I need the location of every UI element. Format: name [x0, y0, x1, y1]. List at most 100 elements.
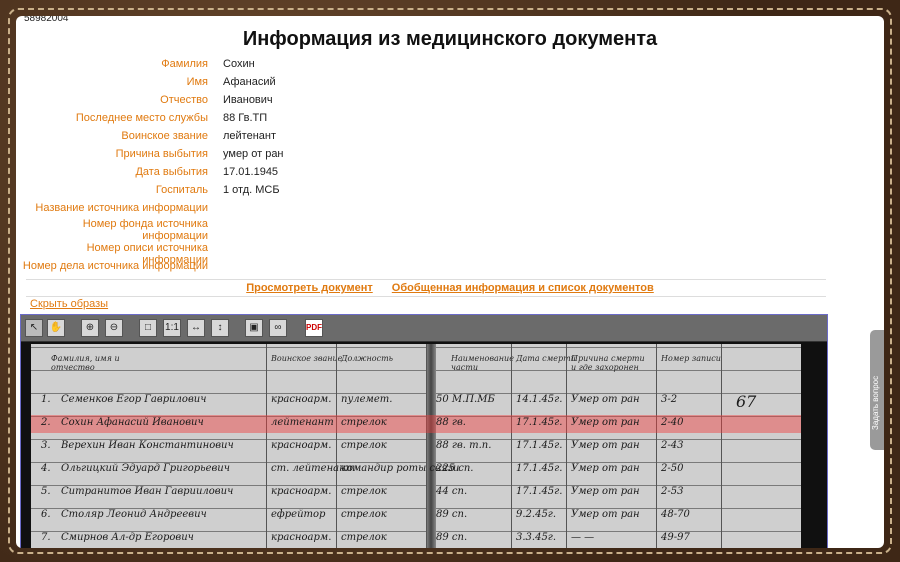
field-value: Сохин — [223, 58, 255, 70]
zoom-out-icon[interactable]: ⊖ — [105, 319, 123, 337]
ledger-cell: стрелок — [341, 440, 387, 451]
field-row: Причина выбытия умер от ран — [16, 148, 884, 165]
document-viewer: ↖ ✋ ⊕ ⊖ □ 1:1 ↔ ↕ ▣ ∞ PDF Фамилия, имя и… — [20, 314, 828, 548]
ledger-cell: 2-43 — [661, 440, 684, 451]
ledger-cell: 1. — [41, 394, 51, 405]
ledger-cell: 5. — [41, 486, 51, 497]
field-value: Иванович — [223, 94, 273, 106]
ledger-cell: 50 М.П.МБ — [436, 394, 495, 405]
ledger-cell: лейтенант — [271, 417, 334, 428]
ledger-cell: Ситранитов Иван Гавриилович — [61, 486, 234, 497]
field-row: Фамилия Сохин — [16, 58, 884, 75]
field-label: Госпиталь — [155, 184, 208, 196]
zoom-in-icon[interactable]: ⊕ — [81, 319, 99, 337]
field-row: Госпиталь 1 отд. МСБ — [16, 184, 884, 201]
ledger-cell: красноарм. — [271, 486, 332, 497]
ledger-cell: Умер от ран — [571, 509, 640, 520]
ledger-cell: Верехин Иван Константинович — [61, 440, 234, 451]
hand-tool-icon[interactable]: ✋ — [47, 319, 65, 337]
actual-size-icon[interactable]: 1:1 — [163, 319, 181, 337]
ledger-cell: 48-70 — [661, 509, 690, 520]
ledger-cell: 89 сп. — [436, 532, 468, 543]
view-document-link[interactable]: Просмотреть документ — [246, 282, 373, 294]
fit-height-icon[interactable]: ↕ — [211, 319, 229, 337]
hide-images-link[interactable]: Скрыть образы — [30, 298, 108, 310]
summary-link[interactable]: Обобщенная информация и список документо… — [392, 282, 654, 294]
ledger-cell: Смирнов Ал-др Егорович — [61, 532, 194, 543]
scanned-document[interactable]: Фамилия, имя и отчество Воинское звание До… — [21, 342, 827, 548]
ledger-cell: 17.1.45г. — [516, 463, 563, 474]
viewer-toolbar: ↖ ✋ ⊕ ⊖ □ 1:1 ↔ ↕ ▣ ∞ PDF — [21, 315, 827, 342]
field-label: Фамилия — [161, 58, 208, 70]
ledger-cell: стрелок — [341, 509, 387, 520]
ledger-cell: красноарм. — [271, 394, 332, 405]
ledger-header: Воинское звание — [271, 354, 343, 363]
field-value: 1 отд. МСБ — [223, 184, 280, 196]
ledger-cell: 3-2 — [661, 394, 678, 405]
ledger-column-line — [266, 344, 267, 548]
ledger-column-line — [656, 344, 657, 548]
field-value: 17.01.1945 — [223, 166, 279, 178]
content-page: 58982004 Информация из медицинского доку… — [16, 16, 884, 548]
ledger-cell: стрелок — [341, 417, 387, 428]
ask-question-label: Задать вопрос — [871, 375, 880, 430]
link-icon[interactable]: ∞ — [269, 319, 287, 337]
ledger-cell: 4. — [41, 463, 51, 474]
ledger-cell: 17.1.45г. — [516, 486, 563, 497]
field-value: умер от ран — [223, 148, 284, 160]
ledger-cell: 2-40 — [661, 417, 684, 428]
ledger-cell: 17.1.45г. — [516, 440, 563, 451]
ledger-cell: 7. — [41, 532, 51, 543]
ledger-cell: 88 гв. — [436, 417, 466, 428]
field-label: Воинское звание — [121, 130, 208, 142]
ledger-cell: Умер от ран — [571, 486, 640, 497]
field-row: Имя Афанасий — [16, 76, 884, 93]
fit-page-icon[interactable]: □ — [139, 319, 157, 337]
ledger-cell: 2. — [41, 417, 51, 428]
select-tool-icon[interactable]: ↖ — [25, 319, 43, 337]
ledger-cell: — — — [571, 532, 595, 543]
field-label: Последнее место службы — [75, 112, 208, 124]
ledger-cell: 88 гв. т.п. — [436, 440, 492, 451]
ledger-cell: 9.2.45г. — [516, 509, 557, 520]
ledger-cell: 44 сп. — [436, 486, 468, 497]
ledger-cell: Столяр Леонид Андреевич — [61, 509, 207, 520]
ledger-column-line — [426, 344, 427, 548]
ledger-cell: стрелок — [341, 486, 387, 497]
field-value: 88 Гв.ТП — [223, 112, 268, 124]
fit-width-icon[interactable]: ↔ — [187, 319, 205, 337]
ledger-cell: Умер от ран — [571, 417, 640, 428]
ledger-header: Причина смерти и где захоронен — [571, 354, 645, 372]
field-row: Название источника информации — [16, 202, 884, 219]
ledger-cell: 225 сп. — [436, 463, 474, 474]
ledger-cell: Умер от ран — [571, 394, 640, 405]
ledger-cell: 6. — [41, 509, 51, 520]
field-row: Воинское звание лейтенант — [16, 130, 884, 147]
field-label: Отчество — [160, 94, 208, 106]
ledger-cell: Ольгицкий Эдуард Григорьевич — [61, 463, 230, 474]
ledger-cell: 89 сп. — [436, 509, 468, 520]
document-links: Просмотреть документ Обобщенная информац… — [16, 282, 884, 294]
field-row: Дата выбытия 17.01.1945 — [16, 166, 884, 183]
field-row: Номер описи источника информации — [16, 242, 884, 266]
pdf-icon[interactable]: PDF — [305, 319, 323, 337]
ledger-header: Должность — [341, 354, 394, 363]
ledger-column-line — [721, 344, 722, 548]
field-label: Название источника информации — [35, 202, 208, 214]
ledger-cell: 2-53 — [661, 486, 684, 497]
ledger-cell: стрелок — [341, 532, 387, 543]
divider-bottom — [26, 296, 826, 297]
field-row: Номер дела источника информации — [16, 260, 884, 277]
ledger-column-line — [566, 344, 567, 548]
field-label: Причина выбытия — [115, 148, 208, 160]
ledger-column-line — [511, 344, 512, 548]
divider-top — [26, 279, 826, 280]
ask-question-tab[interactable]: Задать вопрос — [870, 330, 884, 450]
ledger-cell: Сохин Афанасий Иванович — [61, 417, 204, 428]
ledger-cell: Семенков Егор Гаврилович — [61, 394, 207, 405]
ledger-column-line — [336, 344, 337, 548]
ledger-cell: 2-50 — [661, 463, 684, 474]
save-icon[interactable]: ▣ — [245, 319, 263, 337]
field-label: Имя — [186, 76, 208, 88]
ledger-cell: Умер от ран — [571, 463, 640, 474]
